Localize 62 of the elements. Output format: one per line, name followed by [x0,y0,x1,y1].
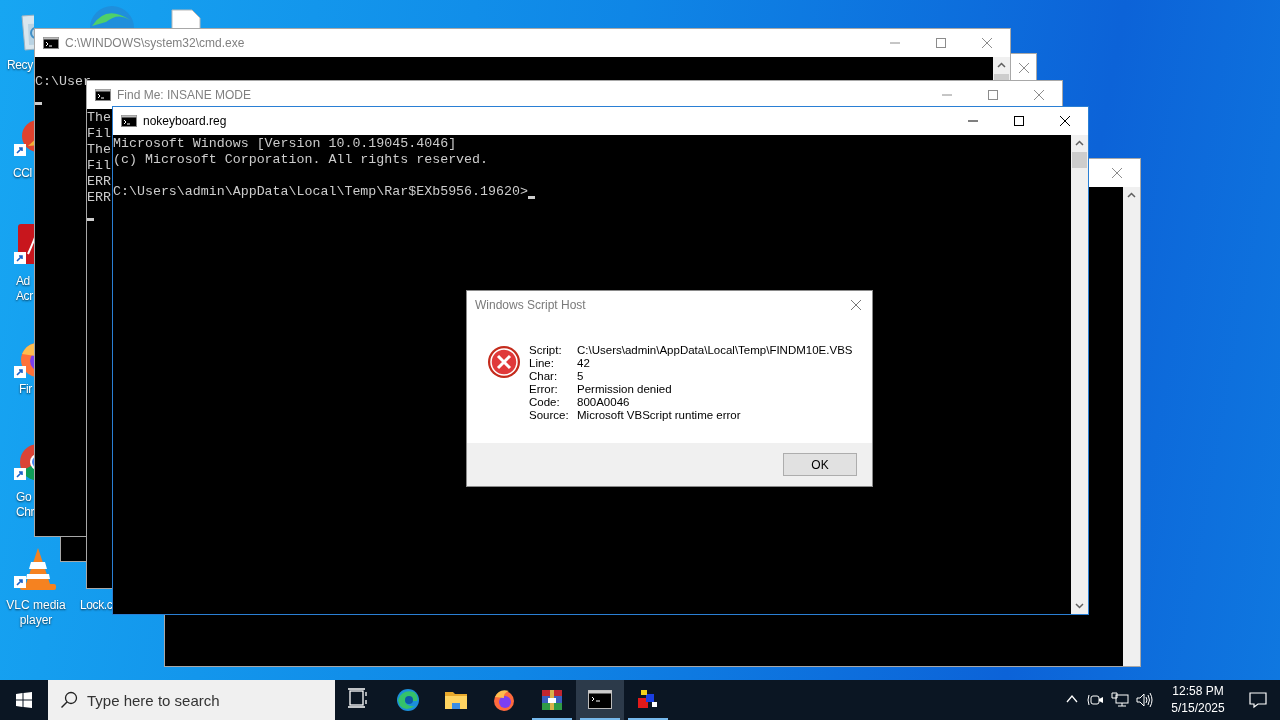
field-label: Char: [529,370,559,383]
field-label: Line: [529,357,555,370]
console-line: ERR [87,174,111,190]
icon-label: CCl [13,166,32,181]
console-icon [588,688,612,712]
console-line: C:\User [35,74,91,90]
ok-button[interactable]: OK [783,453,857,476]
icon-label: VLC media [6,598,66,613]
icon-label: Lock.c [80,598,113,613]
icon-label: Go [16,490,32,505]
search-icon [60,691,78,709]
window-title: nokeyboard.reg [143,113,227,130]
console-line: C:\Users\admin\AppData\Local\Temp\Rar$EXb5956.19620> [113,184,528,200]
console-icon [43,37,59,49]
clock-date: 5/15/2025 [1171,700,1225,717]
icon-label: player [19,613,53,628]
field-label: Error: [529,383,559,396]
icon-label: Ad [16,274,30,289]
taskbar-button[interactable] [576,680,624,720]
volume-icon [1135,691,1153,709]
console-line: The [87,110,111,126]
vlc-icon[interactable] [14,548,58,592]
clock-time: 12:58 PM [1172,683,1224,700]
chat-bubble-icon [1249,691,1267,709]
icon-label: Fir [19,382,32,397]
window-title: Find Me: INSANE MODE [117,87,252,104]
field-value: C:\Users\admin\AppData\Local\Temp\FINDM10E.VBS [577,344,853,357]
icon-label: Chr [16,505,35,520]
console-line: ERR [87,190,111,206]
console-line: Microsoft Windows [Version 10.0.19045.4046] [113,136,457,152]
field-label: Script: [529,344,563,357]
console-icon [121,115,137,127]
field-label: Source: [529,409,570,422]
console-line: (c) Microsoft Corporation. All rights reserved. [113,152,489,168]
archive-stack-icon [540,688,564,712]
field-value: Microsoft VBScript runtime error [577,409,742,422]
error-icon [487,345,521,379]
scroll-thumb[interactable] [1072,152,1087,168]
search-field[interactable]: Type here to search [48,680,335,720]
edge-icon [396,688,420,712]
text-cursor [87,218,94,221]
dialog-title: Windows Script Host [475,297,587,314]
field-value: 800A0046 [577,396,631,409]
text-cursor [35,102,42,105]
field-value: 42 [577,357,591,370]
windows-logo-icon [16,692,32,708]
console-line: The [87,142,111,158]
field-label: Code: [529,396,561,409]
field-value: Permission denied [577,383,673,396]
firefox-icon [492,688,516,712]
scrollbar[interactable] [1071,135,1088,614]
console-icon [95,89,111,101]
close-icon [850,299,862,311]
clock[interactable]: 12:58 PM 5/15/2025 [1160,680,1236,720]
console-line: Fil [87,158,111,174]
network-icon [1111,691,1129,709]
scrollbar-thumb[interactable] [994,74,1009,80]
icon-label: Recy [7,58,33,73]
icon-label: Acr [16,289,33,304]
console-line: Fil [87,126,111,142]
field-value: 5 [577,370,585,383]
window-title: C:\WINDOWS\system32\cmd.exe [65,35,245,52]
